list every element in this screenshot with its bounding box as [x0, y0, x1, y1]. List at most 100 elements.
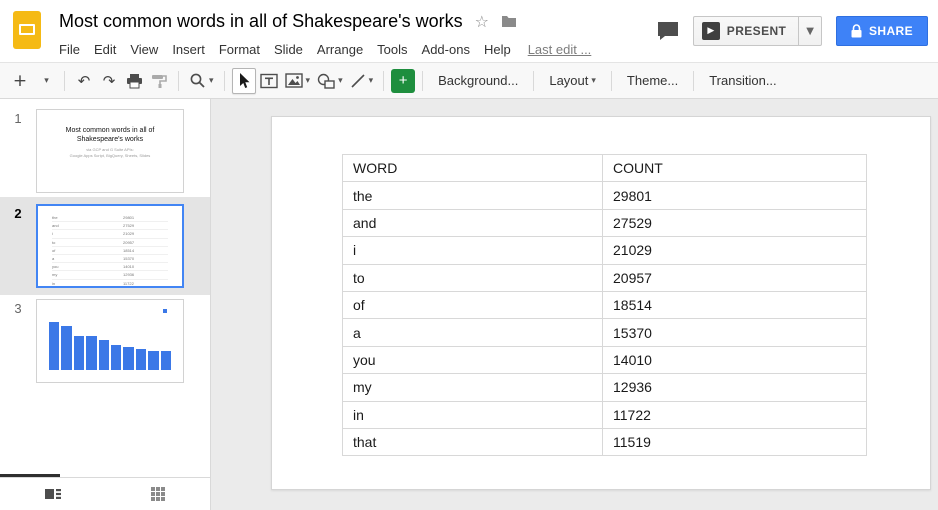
top-bar: Most common words in all of Shakespeare'… [0, 0, 938, 62]
slide-canvas[interactable]: WORDCOUNTthe29801and27529i21029to20957of… [211, 99, 938, 510]
share-button[interactable]: SHARE [836, 16, 928, 46]
menu-add-ons[interactable]: Add-ons [415, 38, 477, 61]
comments-button[interactable] [657, 21, 679, 41]
text-box-button[interactable] [257, 68, 281, 94]
theme-button[interactable]: Theme... [619, 68, 686, 94]
menu-arrange[interactable]: Arrange [310, 38, 370, 61]
slides-logo-inner [19, 24, 35, 35]
table-cell[interactable]: 11722 [603, 401, 867, 428]
slide-1-thumbnail[interactable]: Most common words in all of Shakespeare'… [36, 109, 184, 193]
last-edit-link[interactable]: Last edit ... [528, 42, 592, 57]
table-row: a15370 [343, 319, 867, 346]
table-cell[interactable]: in [343, 401, 603, 428]
table-cell[interactable]: to [343, 264, 603, 291]
insert-shape-button[interactable]: ▾ [314, 68, 346, 94]
print-button[interactable] [122, 68, 146, 94]
new-slide-button[interactable]: + [8, 68, 32, 94]
thumb-table-row: in11722 [52, 280, 168, 288]
table-cell[interactable]: my [343, 374, 603, 401]
table-cell[interactable]: the [343, 182, 603, 209]
menu-slide[interactable]: Slide [267, 38, 310, 61]
thumb-table-row: i21029 [52, 230, 168, 238]
table-cell[interactable]: 14010 [603, 346, 867, 373]
thumb-table-row: my12936 [52, 271, 168, 279]
menu-insert[interactable]: Insert [165, 38, 212, 61]
table-row: you14010 [343, 346, 867, 373]
redo-button[interactable]: ↷ [97, 68, 121, 94]
grid-view-button[interactable] [105, 486, 210, 502]
top-bar-right: ▶ PRESENT ▼ SHARE [657, 8, 928, 46]
mini-bar [123, 347, 133, 370]
toolbar-separator [178, 71, 179, 91]
insert-line-button[interactable]: ▾ [347, 68, 377, 94]
mini-bar [136, 349, 146, 370]
thumb-table-row: to20957 [52, 239, 168, 247]
comment-icon [657, 21, 679, 41]
new-slide-dropdown[interactable]: ▾ [33, 68, 57, 94]
filmstrip-view-icon [44, 487, 62, 501]
table-cell[interactable]: 11519 [603, 428, 867, 455]
background-button[interactable]: Background... [430, 68, 526, 94]
view-toggles [0, 477, 210, 510]
zoom-button[interactable]: ▾ [186, 68, 217, 94]
share-label: SHARE [869, 24, 913, 38]
menu-bar: FileEditViewInsertFormatSlideArrangeTool… [59, 36, 657, 62]
table-row: that11519 [343, 428, 867, 455]
layout-button[interactable]: Layout ▾ [541, 68, 604, 94]
table-cell[interactable]: i [343, 237, 603, 264]
transition-button[interactable]: Transition... [701, 68, 784, 94]
shape-icon [317, 73, 335, 89]
slide-2-thumbnail[interactable]: the29801and27529i21029to20957of18514a153… [36, 204, 184, 288]
present-dropdown-button[interactable]: ▼ [798, 17, 821, 45]
slide-row-3: 3 [0, 295, 210, 387]
table-cell[interactable]: 15370 [603, 319, 867, 346]
slide-3-thumbnail[interactable] [36, 299, 184, 383]
toolbar-separator [533, 71, 534, 91]
table-row: in11722 [343, 401, 867, 428]
toolbar-separator [422, 71, 423, 91]
star-icon[interactable]: ☆ [475, 12, 489, 31]
undo-button[interactable]: ↶ [72, 68, 96, 94]
table-row: the29801 [343, 182, 867, 209]
document-title[interactable]: Most common words in all of Shakespeare'… [59, 11, 463, 32]
table-cell[interactable]: 27529 [603, 209, 867, 236]
table-cell[interactable]: 20957 [603, 264, 867, 291]
menu-view[interactable]: View [123, 38, 165, 61]
paint-format-button[interactable] [147, 68, 171, 94]
table-cell[interactable]: a [343, 319, 603, 346]
paint-roller-icon [151, 73, 168, 89]
folder-icon[interactable] [501, 15, 517, 28]
toolbar-separator [693, 71, 694, 91]
table-cell[interactable]: you [343, 346, 603, 373]
menu-help[interactable]: Help [477, 38, 518, 61]
word-count-table[interactable]: WORDCOUNTthe29801and27529i21029to20957of… [342, 154, 867, 456]
thumb-table-row: the29801 [52, 214, 168, 222]
table-cell[interactable]: 21029 [603, 237, 867, 264]
filmstrip-scroll[interactable]: 1 Most common words in all of Shakespear… [0, 99, 210, 477]
menu-tools[interactable]: Tools [370, 38, 414, 61]
add-on-plus-button[interactable]: + [391, 69, 415, 93]
current-slide[interactable]: WORDCOUNTthe29801and27529i21029to20957of… [271, 116, 931, 490]
thumb-3-legend-dot [163, 309, 167, 313]
select-tool-button[interactable] [232, 68, 256, 94]
table-header-cell[interactable]: WORD [343, 155, 603, 182]
table-header-cell[interactable]: COUNT [603, 155, 867, 182]
table-cell[interactable]: 18514 [603, 291, 867, 318]
slides-logo-icon[interactable] [13, 11, 41, 49]
table-cell[interactable]: 12936 [603, 374, 867, 401]
mini-bar [148, 351, 158, 370]
table-cell[interactable]: 29801 [603, 182, 867, 209]
insert-image-button[interactable]: ▾ [282, 68, 314, 94]
table-cell[interactable]: and [343, 209, 603, 236]
menu-edit[interactable]: Edit [87, 38, 123, 61]
table-row: my12936 [343, 374, 867, 401]
filmstrip-view-button[interactable] [0, 487, 105, 501]
menu-format[interactable]: Format [212, 38, 267, 61]
mini-bar [86, 336, 96, 370]
present-button[interactable]: ▶ PRESENT [694, 17, 798, 45]
table-cell[interactable]: of [343, 291, 603, 318]
table-cell[interactable]: that [343, 428, 603, 455]
thumb-table-row: and27529 [52, 222, 168, 230]
toolbar-separator [64, 71, 65, 91]
menu-file[interactable]: File [59, 38, 87, 61]
